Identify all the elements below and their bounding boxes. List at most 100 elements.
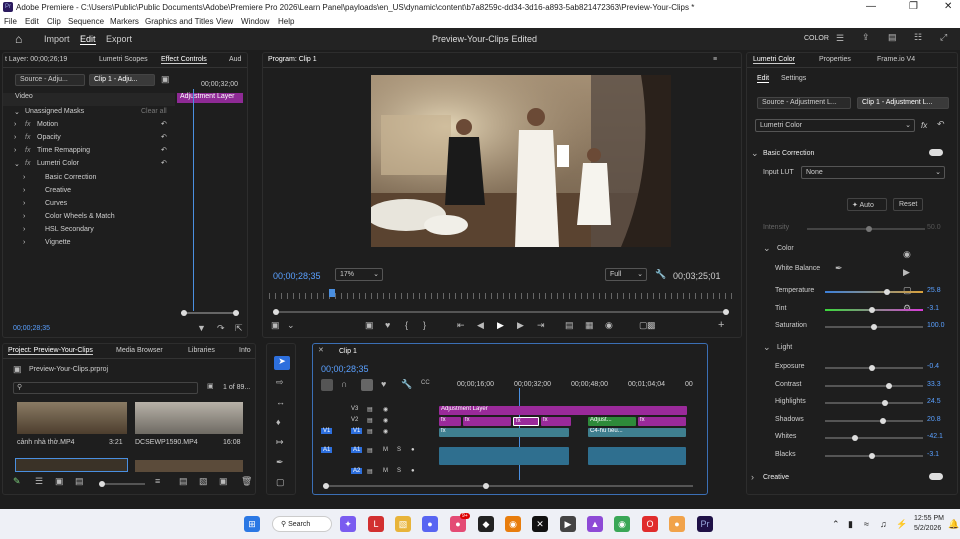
menu-help[interactable]: Help (278, 17, 294, 26)
settings-chevron-icon[interactable]: ⌄ (287, 321, 295, 330)
zoom-bar-end[interactable] (723, 309, 729, 315)
menu-clip[interactable]: Clip (47, 17, 61, 26)
edit-tab[interactable]: Edit (80, 34, 96, 45)
slider-knob[interactable] (869, 453, 876, 459)
close-sequence-icon[interactable]: ✕ (318, 347, 324, 354)
video-icon[interactable]: ▶ (903, 268, 910, 277)
reset-button[interactable]: Reset (893, 198, 923, 211)
marker-in-icon[interactable]: ▣ (271, 321, 280, 330)
lumetri-slider-row[interactable]: Shadows 20.8 (747, 414, 957, 427)
tab-frameio[interactable]: Frame.io V4 (877, 56, 915, 63)
export-tab[interactable]: Export (106, 34, 132, 44)
fullscreen-icon[interactable]: ⤢ (940, 33, 947, 42)
creative-toggle[interactable] (929, 473, 943, 480)
menu-edit[interactable]: Edit (25, 17, 39, 26)
slider-knob[interactable] (885, 382, 892, 389)
workspace-label[interactable]: COLOR (804, 35, 829, 42)
trash-icon[interactable]: 🗑 (241, 477, 252, 486)
fx-clip[interactable]: fx (541, 417, 571, 426)
marker-icon[interactable]: ♥ (385, 321, 390, 330)
expand-chevron-icon[interactable]: › (14, 147, 16, 154)
unassigned-masks-row[interactable]: ⌄ Unassigned Masks Clear all (3, 106, 175, 119)
effect-item[interactable]: ⌄ fx Lumetri Color ↶ (3, 158, 175, 171)
basic-correction-heading[interactable]: Basic Correction (763, 150, 814, 157)
tab-effect-controls[interactable]: Effect Controls (161, 56, 207, 64)
adjustment-layer-clip[interactable]: Adjustment Layer (439, 406, 687, 415)
sort-icon[interactable]: ≡ (155, 477, 160, 486)
add-marker-icon[interactable]: ♥ (381, 380, 386, 389)
zoom-knob-left[interactable] (181, 310, 187, 316)
slider-track[interactable] (825, 453, 923, 459)
taskbar-search[interactable]: ⚲ Search (272, 516, 332, 532)
close-button[interactable]: ✕ (944, 1, 952, 12)
terminal-icon[interactable]: ▶ (560, 516, 576, 532)
intensity-knob[interactable] (866, 226, 872, 232)
mute-icon[interactable]: M (383, 468, 388, 474)
tab-media-browser[interactable]: Media Browser (116, 347, 163, 354)
snap-icon[interactable]: ∩ (341, 380, 347, 389)
creative-expand-icon[interactable]: › (751, 473, 754, 482)
step-forward-icon[interactable]: ▶ (517, 321, 524, 330)
slider-value[interactable]: -3.1 (927, 451, 939, 458)
razor-icon[interactable]: ♦ (276, 418, 281, 427)
lumetri-slider-row[interactable]: Tint -3.1 (747, 303, 957, 316)
slider-track[interactable] (825, 435, 923, 442)
lumetri-slider-row[interactable]: Temperature 25.8 (747, 285, 957, 298)
expand-chevron-icon[interactable]: › (23, 226, 25, 233)
minimize-button[interactable]: — (866, 1, 876, 12)
home-icon[interactable]: ⌂ (15, 32, 22, 46)
mark-out-icon[interactable]: } (423, 321, 426, 330)
play-icon[interactable]: ▶ (497, 321, 504, 330)
tab-properties[interactable]: Properties (819, 56, 851, 63)
reset-icon[interactable]: ↶ (161, 120, 167, 128)
fx-clip[interactable]: fx (638, 417, 686, 426)
icon-view-icon[interactable]: ▣ (55, 477, 64, 486)
reset-icon[interactable]: ↶ (161, 133, 167, 141)
thumbnail-size-slider[interactable] (99, 481, 145, 487)
slider-value[interactable]: 33.3 (927, 381, 941, 388)
zoom-knob-right[interactable] (233, 310, 239, 316)
expand-chevron-icon[interactable]: ⌄ (14, 160, 20, 168)
clock-time[interactable]: 12:55 PM (914, 515, 944, 522)
zoom-bar-start[interactable] (273, 309, 279, 315)
nest-icon[interactable] (321, 379, 333, 391)
input-lut-select[interactable]: None ⌄ (801, 166, 945, 179)
slider-track[interactable] (825, 365, 923, 371)
expand-chevron-icon[interactable]: › (14, 134, 16, 141)
camera-icon[interactable]: ◉ (605, 321, 613, 330)
lumetri-subsection[interactable]: › Vignette (3, 237, 175, 250)
eyedropper-icon[interactable]: ✒ (835, 264, 843, 273)
track-header[interactable]: V1 V1 ▤ ◉ (313, 428, 438, 438)
intensity-slider[interactable] (807, 226, 925, 232)
chrome-icon[interactable]: ◉ (614, 516, 630, 532)
automate-icon[interactable]: ▤ (179, 477, 188, 486)
lumetri-source-chip[interactable]: Source - Adjustment L... (757, 97, 851, 109)
extract-icon[interactable]: ▦ (585, 321, 594, 330)
expand-chevron-icon[interactable]: › (23, 213, 25, 220)
sync-lock-icon[interactable]: ▤ (367, 417, 373, 424)
expand-chevron-icon[interactable]: › (23, 174, 25, 181)
tab-lumetri-scopes[interactable]: Lumetri Scopes (99, 56, 148, 63)
quick-export-icon[interactable]: ⇪ (862, 33, 870, 42)
wifi-icon[interactable]: ≈ (864, 519, 869, 529)
effect-playhead[interactable] (193, 89, 194, 311)
slider-track[interactable] (825, 382, 923, 389)
program-playhead[interactable] (329, 289, 335, 297)
volume-icon[interactable]: ♫ (880, 519, 887, 529)
windows-start-icon[interactable]: ⊞ (244, 516, 260, 532)
add-marker-icon[interactable]: ▣ (365, 321, 374, 330)
reset-effect-icon[interactable]: ↶ (937, 120, 945, 129)
eye-icon[interactable]: ◉ (383, 428, 388, 435)
basic-toggle[interactable] (929, 149, 943, 156)
mic-icon[interactable]: ● (411, 447, 415, 453)
sync-lock-icon[interactable]: ▤ (367, 447, 373, 454)
camera-icon[interactable]: ◉ (903, 250, 911, 259)
pen-tool-icon[interactable]: ✒ (276, 458, 284, 467)
lumetri-slider-row[interactable]: Saturation 100.0 (747, 320, 957, 333)
lumetri-slider-row[interactable]: Highlights 24.5 (747, 396, 957, 409)
sync-lock-icon[interactable]: ▤ (367, 468, 373, 475)
lumetri-subsection[interactable]: › HSL Secondary (3, 224, 175, 237)
opera-icon[interactable]: O (642, 516, 658, 532)
effect-item[interactable]: › fx Time Remapping ↶ (3, 145, 175, 158)
light-heading[interactable]: Light (777, 344, 792, 351)
